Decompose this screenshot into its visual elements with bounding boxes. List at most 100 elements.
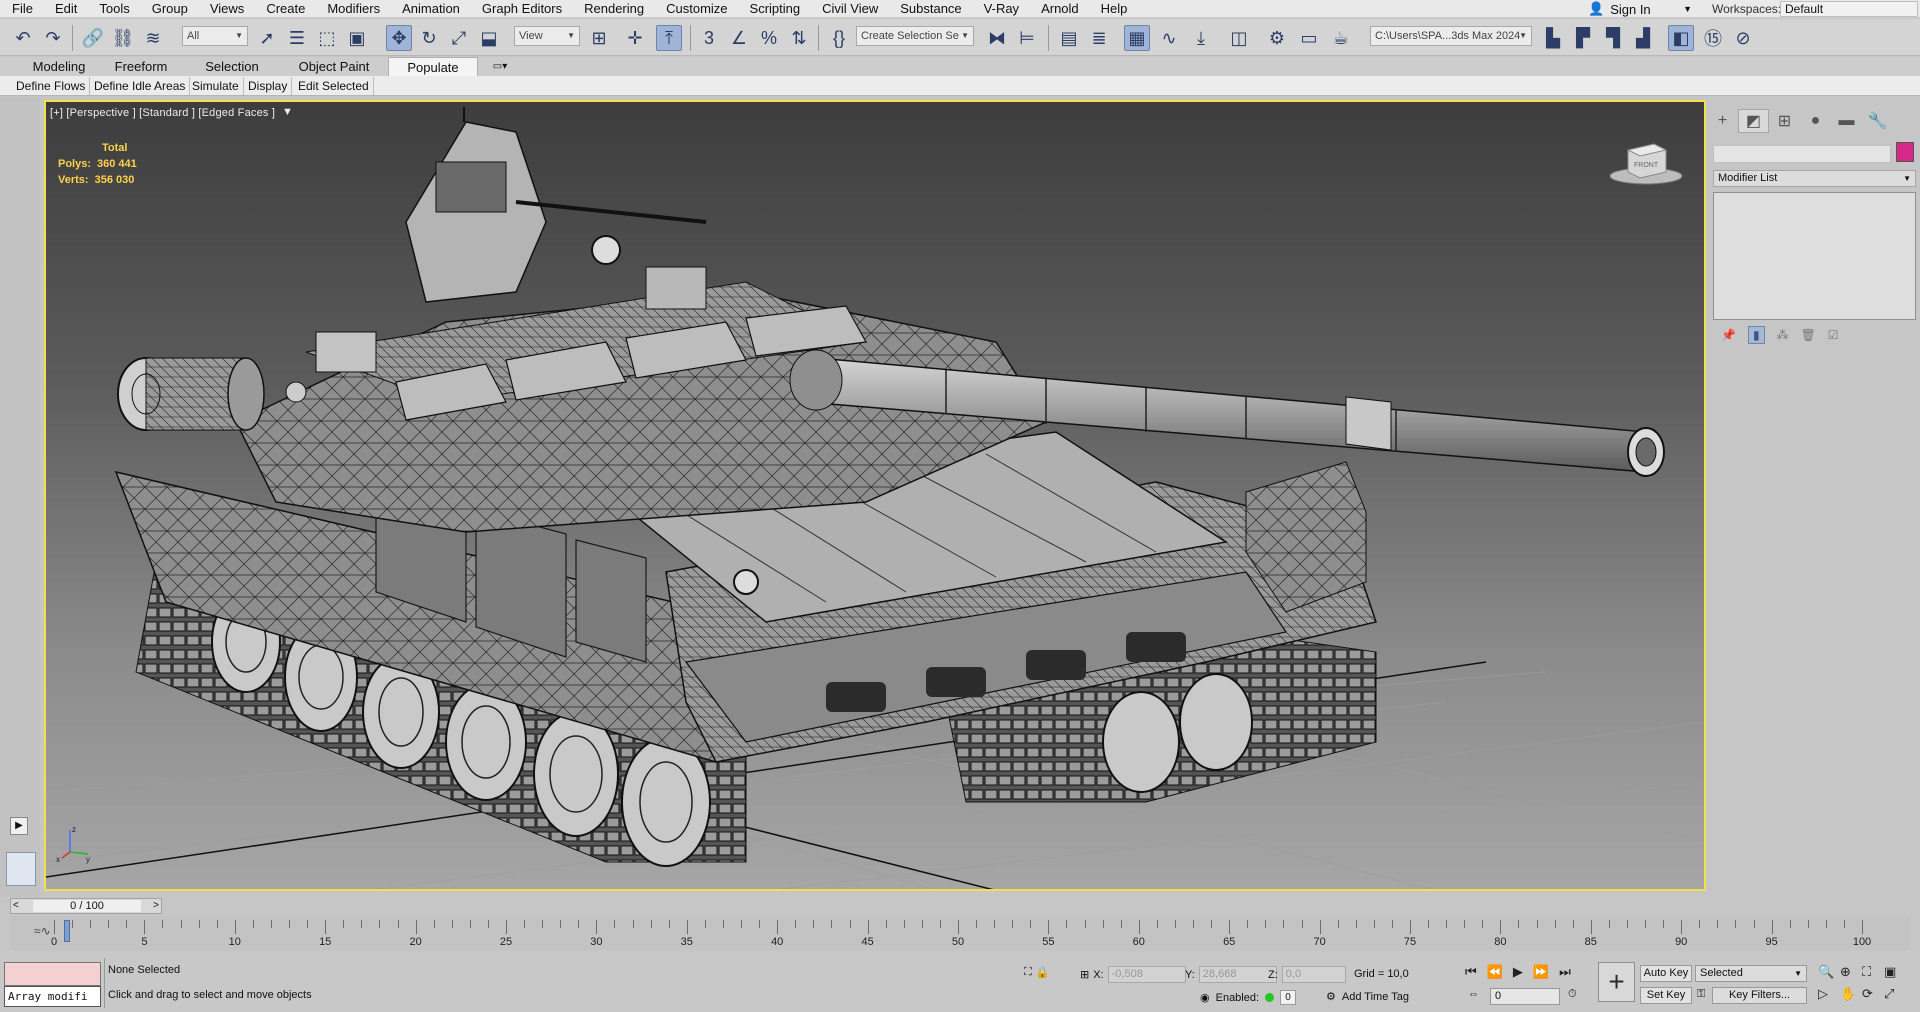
window-crossing-icon[interactable]: ▣ <box>344 25 370 51</box>
select-and-scale-icon[interactable]: ⤢ <box>446 25 472 51</box>
redo-icon[interactable]: ↷ <box>40 25 66 51</box>
menu-scripting[interactable]: Scripting <box>739 0 812 18</box>
select-and-move-icon[interactable]: ✥ <box>386 25 412 51</box>
pin-stack-icon[interactable]: 📌 <box>1721 328 1736 342</box>
tab-modeling[interactable]: Modeling <box>12 57 106 76</box>
tab-object-paint[interactable]: Object Paint <box>292 57 376 76</box>
current-frame-field[interactable]: 0 <box>1490 988 1560 1005</box>
track-bar[interactable]: ≈∿ 0 5 10 15 20 25 30 35 40 45 50 55 60 65 70 75 80 85 90 9… <box>10 916 1910 950</box>
maxscript-listener-output[interactable] <box>4 962 101 986</box>
time-configuration-icon[interactable]: ⏱ <box>1568 988 1577 1001</box>
set-project-folder-icon[interactable]: ▛ <box>1570 25 1596 51</box>
display-tab-icon[interactable]: ▬ <box>1831 109 1862 133</box>
remove-modifier-icon[interactable]: 🗑 <box>1801 328 1816 342</box>
bind-space-warp-icon[interactable]: ≋ <box>140 25 166 51</box>
viewport-layout-tab[interactable] <box>6 852 36 886</box>
x-field[interactable]: -0,508 <box>1107 966 1186 983</box>
keyboard-shortcut-override-icon[interactable]: ⤒ <box>656 25 682 51</box>
play-icon[interactable]: ▶ <box>1513 964 1523 980</box>
zoom-all-icon[interactable]: ⊕ <box>1840 964 1862 980</box>
define-idle-areas-button[interactable]: Define Idle Areas <box>90 77 191 95</box>
menu-help[interactable]: Help <box>1090 0 1139 18</box>
percent-snap-icon[interactable]: % <box>756 25 782 51</box>
zoom-icon[interactable]: 🔍 <box>1818 964 1840 980</box>
y-field[interactable]: 28,668 <box>1198 966 1277 983</box>
workspace-dropdown[interactable]: Default <box>1780 1 1918 17</box>
pivot-center-icon[interactable]: ⊞ <box>586 25 612 51</box>
project-settings-icon[interactable]: ▟ <box>1630 25 1656 51</box>
tab-populate[interactable]: Populate <box>388 57 478 76</box>
menu-edit[interactable]: Edit <box>44 0 88 18</box>
menu-arnold[interactable]: Arnold <box>1030 0 1090 18</box>
go-to-start-icon[interactable]: ⏮ <box>1465 964 1477 980</box>
spinner-snap-icon[interactable]: ⇅ <box>786 25 812 51</box>
tab-selection[interactable]: Selection <box>196 57 268 76</box>
material-editor-icon[interactable]: ◫ <box>1226 25 1252 51</box>
modifier-stack[interactable] <box>1713 192 1916 320</box>
tab-freeform[interactable]: Freeform <box>106 57 176 76</box>
placement-icon[interactable]: ⬓ <box>476 25 502 51</box>
frame-15-icon[interactable]: ⑮ <box>1700 25 1726 51</box>
rendered-frame-window-icon[interactable]: ▭ <box>1296 25 1322 51</box>
menu-substance[interactable]: Substance <box>889 0 972 18</box>
ribbon-options-icon[interactable]: ▭▾ <box>486 57 514 76</box>
auto-key-button[interactable]: Auto Key <box>1640 965 1692 982</box>
angle-snap-icon[interactable]: ∠ <box>726 25 752 51</box>
modify-tab-icon[interactable]: ◩ <box>1738 109 1769 133</box>
viewport-layout-icon[interactable]: ◧ <box>1668 25 1694 51</box>
edit-selected-button[interactable]: Edit Selected <box>294 77 374 95</box>
field-of-view-icon[interactable]: ▷ <box>1818 986 1840 1002</box>
viewport-label-menu[interactable]: [+] [Perspective ] [Standard ] [Edged Fa… <box>50 107 275 119</box>
unlink-icon[interactable]: ⛓ <box>110 25 136 51</box>
curve-editor-icon[interactable]: ∿ <box>1156 25 1182 51</box>
orbit-icon[interactable]: ⟳ <box>1862 986 1884 1002</box>
menu-animation[interactable]: Animation <box>391 0 471 18</box>
modifier-list-dropdown[interactable]: Modifier List ▼ <box>1713 170 1916 187</box>
menu-civil-view[interactable]: Civil View <box>811 0 889 18</box>
time-slider-next-icon[interactable]: > <box>153 899 159 913</box>
menu-create[interactable]: Create <box>255 0 316 18</box>
go-to-end-icon[interactable]: ⏭ <box>1559 964 1571 980</box>
menu-views[interactable]: Views <box>199 0 255 18</box>
project-folder-dropdown[interactable]: C:\Users\SPA...3ds Max 2024 ▼ <box>1370 26 1532 46</box>
key-filters-button[interactable]: Key Filters... <box>1712 987 1807 1004</box>
maximize-viewport-icon[interactable]: ⤢ <box>1884 986 1906 1002</box>
set-key-button[interactable]: Set Key <box>1640 987 1692 1004</box>
layer-explorer-icon[interactable]: ≣ <box>1086 25 1112 51</box>
expand-viewport-layout-icon[interactable]: ▶ <box>10 817 28 835</box>
next-frame-icon[interactable]: ⏩ <box>1533 964 1549 980</box>
named-selection-dropdown[interactable]: Create Selection Se ▼ <box>856 26 974 46</box>
define-flows-button[interactable]: Define Flows <box>12 77 91 95</box>
sign-in-dropdown[interactable]: 👤 Sign In ▼ <box>1588 0 1698 18</box>
selection-lock-icon[interactable]: 🔒 <box>1036 966 1050 979</box>
menu-file[interactable]: File <box>0 0 44 18</box>
rectangular-selection-icon[interactable]: ⬚ <box>314 25 340 51</box>
open-explorer-icon[interactable]: ▙ <box>1540 25 1566 51</box>
scene-explorer-icon[interactable]: ▤ <box>1056 25 1082 51</box>
key-mode-icon[interactable]: ⇔ <box>1468 988 1479 1000</box>
z-field[interactable]: 0,0 <box>1281 966 1346 983</box>
edit-named-selection-icon[interactable]: {} <box>826 25 852 51</box>
absolute-mode-icon[interactable]: ⊞ <box>1080 968 1089 981</box>
render-setup-icon[interactable]: ⚙ <box>1264 25 1290 51</box>
simulate-button[interactable]: Simulate <box>188 77 244 95</box>
menu-v-ray[interactable]: V-Ray <box>973 0 1030 18</box>
mini-curve-editor-icon[interactable]: ≈∿ <box>34 924 51 938</box>
make-unique-icon[interactable]: ⁂ <box>1777 328 1789 342</box>
help-search-icon[interactable]: ⊘ <box>1730 25 1756 51</box>
set-keys-button[interactable]: + <box>1598 962 1635 1002</box>
configure-modifier-sets-icon[interactable]: ☑ <box>1828 328 1839 342</box>
time-slider[interactable]: < 0 / 100 > <box>10 898 162 914</box>
select-and-rotate-icon[interactable]: ↻ <box>416 25 442 51</box>
isolate-selection-icon[interactable]: ⛶ <box>1024 966 1032 979</box>
perspective-viewport[interactable]: [+] [Perspective ] [Standard ] [Edged Fa… <box>44 100 1706 891</box>
hierarchy-tab-icon[interactable]: ⊞ <box>1769 109 1800 133</box>
key-mode-dropdown[interactable]: Selected ▼ <box>1695 965 1807 982</box>
utilities-tab-icon[interactable]: 🔧 <box>1862 109 1893 133</box>
menu-group[interactable]: Group <box>141 0 199 18</box>
menu-tools[interactable]: Tools <box>88 0 140 18</box>
object-color-swatch[interactable] <box>1896 142 1914 162</box>
select-object-icon[interactable]: ➚ <box>254 25 280 51</box>
snaps-toggle-icon[interactable]: 3 <box>696 25 722 51</box>
render-production-icon[interactable]: ☕ <box>1328 25 1354 51</box>
